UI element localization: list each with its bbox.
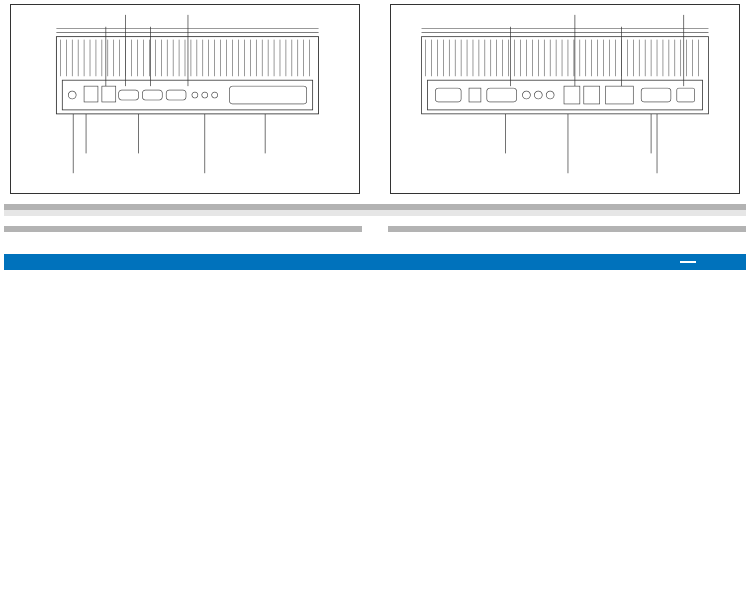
optional-th-pn [388,226,506,232]
diagram-row [4,4,746,194]
packing-th-pn [4,226,111,232]
packing-table [4,226,362,232]
rear-diagram [390,4,740,194]
optional-table [388,226,746,232]
optional-th-desc [506,226,746,232]
ordering-table [4,204,746,216]
front-diagram [10,4,360,194]
packing-th-desc [111,226,362,232]
download-bar [4,254,746,270]
download-url[interactable] [680,261,696,263]
